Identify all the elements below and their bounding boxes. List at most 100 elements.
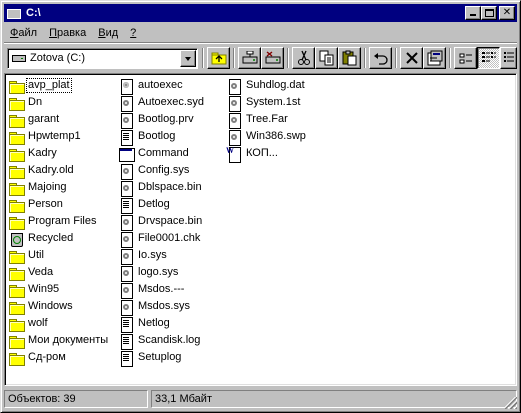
sys-icon [118,248,134,265]
file-name: Tree.Far [246,113,288,125]
file-item[interactable]: Tree.Far [226,111,307,129]
file-item[interactable]: Recycled [8,230,109,247]
hard-drive-icon [12,55,26,62]
file-name: КОП... [246,147,278,159]
minimize-button[interactable] [465,6,481,20]
file-item[interactable]: Dn [8,94,109,111]
file-item[interactable]: Dblspace.bin [118,179,205,197]
map-drive-button[interactable] [238,47,261,69]
properties-button[interactable] [423,47,446,69]
file-item[interactable]: Msdos.sys [118,298,205,316]
file-item[interactable]: Scandisk.log [118,332,205,350]
file-item[interactable]: КОП... [226,145,307,163]
file-column: avp_plat Dn garant Hpwtemp1 Kadry Kadry.old Ma… [8,77,109,366]
folder-icon [8,265,25,281]
file-name: Config.sys [138,164,190,176]
file-item[interactable]: Мои документы [8,332,109,349]
sys-icon [118,112,134,129]
folder-icon [8,129,25,145]
chevron-down-icon[interactable] [180,50,196,67]
details-view-button[interactable] [500,47,517,69]
file-name: Msdos.sys [138,300,190,312]
map-drive-icon [242,51,257,64]
file-item[interactable]: Kadry [8,145,109,162]
folder-icon [8,214,25,230]
explorer-window: C:\ ✕ Файл Правка Вид ? Zotova (C:) avp_… [0,0,521,413]
file-item[interactable]: Msdos.--- [118,281,205,299]
title-bar[interactable]: C:\ ✕ [4,4,517,22]
scissors-icon [297,50,310,65]
disconnect-drive-button[interactable] [261,47,284,69]
file-name: wolf [28,317,48,329]
delete-button[interactable] [400,47,423,69]
file-item[interactable]: Drvspace.bin [118,213,205,231]
file-item[interactable]: System.1st [226,94,307,112]
up-folder-button[interactable] [207,47,230,69]
maximize-button[interactable] [481,6,497,20]
folder-icon [8,350,25,366]
file-item[interactable]: Autoexec.syd [118,94,205,112]
folder-icon[interactable] [6,6,22,20]
folder-icon [8,146,25,162]
undo-button[interactable] [369,47,392,69]
file-item[interactable]: Netlog [118,315,205,333]
drive-select[interactable]: Zotova (C:) [7,48,198,69]
file-name: Kadry [28,147,57,159]
paste-button[interactable] [338,47,361,69]
small-icons-view-button[interactable] [454,47,477,69]
file-list-pane[interactable]: avp_plat Dn garant Hpwtemp1 Kadry Kadry.old Ma… [4,73,517,386]
resize-grip-icon[interactable] [505,397,517,409]
cut-button[interactable] [292,47,315,69]
file-item[interactable]: Kadry.old [8,162,109,179]
file-item[interactable]: Win386.swp [226,128,307,146]
toolbar-separator [449,48,451,68]
menu-file[interactable]: Файл [4,27,43,39]
file-name: Scandisk.log [138,334,201,346]
file-item[interactable]: wolf [8,315,109,332]
exe-icon [118,146,135,162]
menu-edit[interactable]: Правка [43,27,92,39]
file-item[interactable]: avp_plat [8,77,109,94]
file-item[interactable]: Io.sys [118,247,205,265]
word-icon [226,146,242,163]
file-item[interactable]: File0001.chk [118,230,205,248]
file-item[interactable]: Сд-ром [8,349,109,366]
file-item[interactable]: Majoing [8,179,109,196]
file-item[interactable]: Program Files [8,213,109,230]
file-item[interactable]: Win95 [8,281,109,298]
file-item[interactable]: Config.sys [118,162,205,180]
file-item[interactable]: autoexec [118,77,205,95]
menu-view[interactable]: Вид [92,27,124,39]
list-view-button[interactable] [477,47,500,69]
close-button[interactable]: ✕ [499,6,515,20]
file-item[interactable]: Bootlog [118,128,205,146]
folder-icon [8,299,25,315]
file-item[interactable]: Setuplog [118,349,205,367]
folder-icon [8,282,25,298]
file-item[interactable]: Suhdlog.dat [226,77,307,95]
file-name: Command [138,147,189,159]
window-title: C:\ [26,7,41,19]
file-item[interactable]: Person [8,196,109,213]
copy-button[interactable] [315,47,338,69]
file-item[interactable]: Hpwtemp1 [8,128,109,145]
file-name: Io.sys [138,249,167,261]
file-item[interactable]: Detlog [118,196,205,214]
file-name: Setuplog [138,351,182,363]
file-name: Person [28,198,63,210]
file-item[interactable]: Util [8,247,109,264]
folder-icon [8,197,25,213]
sys-icon [118,180,134,197]
file-item[interactable]: Windows [8,298,109,315]
folder-icon [8,112,25,128]
file-item[interactable]: Veda [8,264,109,281]
file-item[interactable]: Bootlog.prv [118,111,205,129]
file-name: Мои документы [28,334,109,346]
file-item[interactable]: logo.sys [118,264,205,282]
file-name: Msdos.--- [138,283,185,295]
details-view-icon [503,52,514,62]
file-item[interactable]: garant [8,111,109,128]
small-icons-icon [459,53,472,64]
file-item[interactable]: Command [118,145,205,162]
menu-help[interactable]: ? [124,27,142,39]
